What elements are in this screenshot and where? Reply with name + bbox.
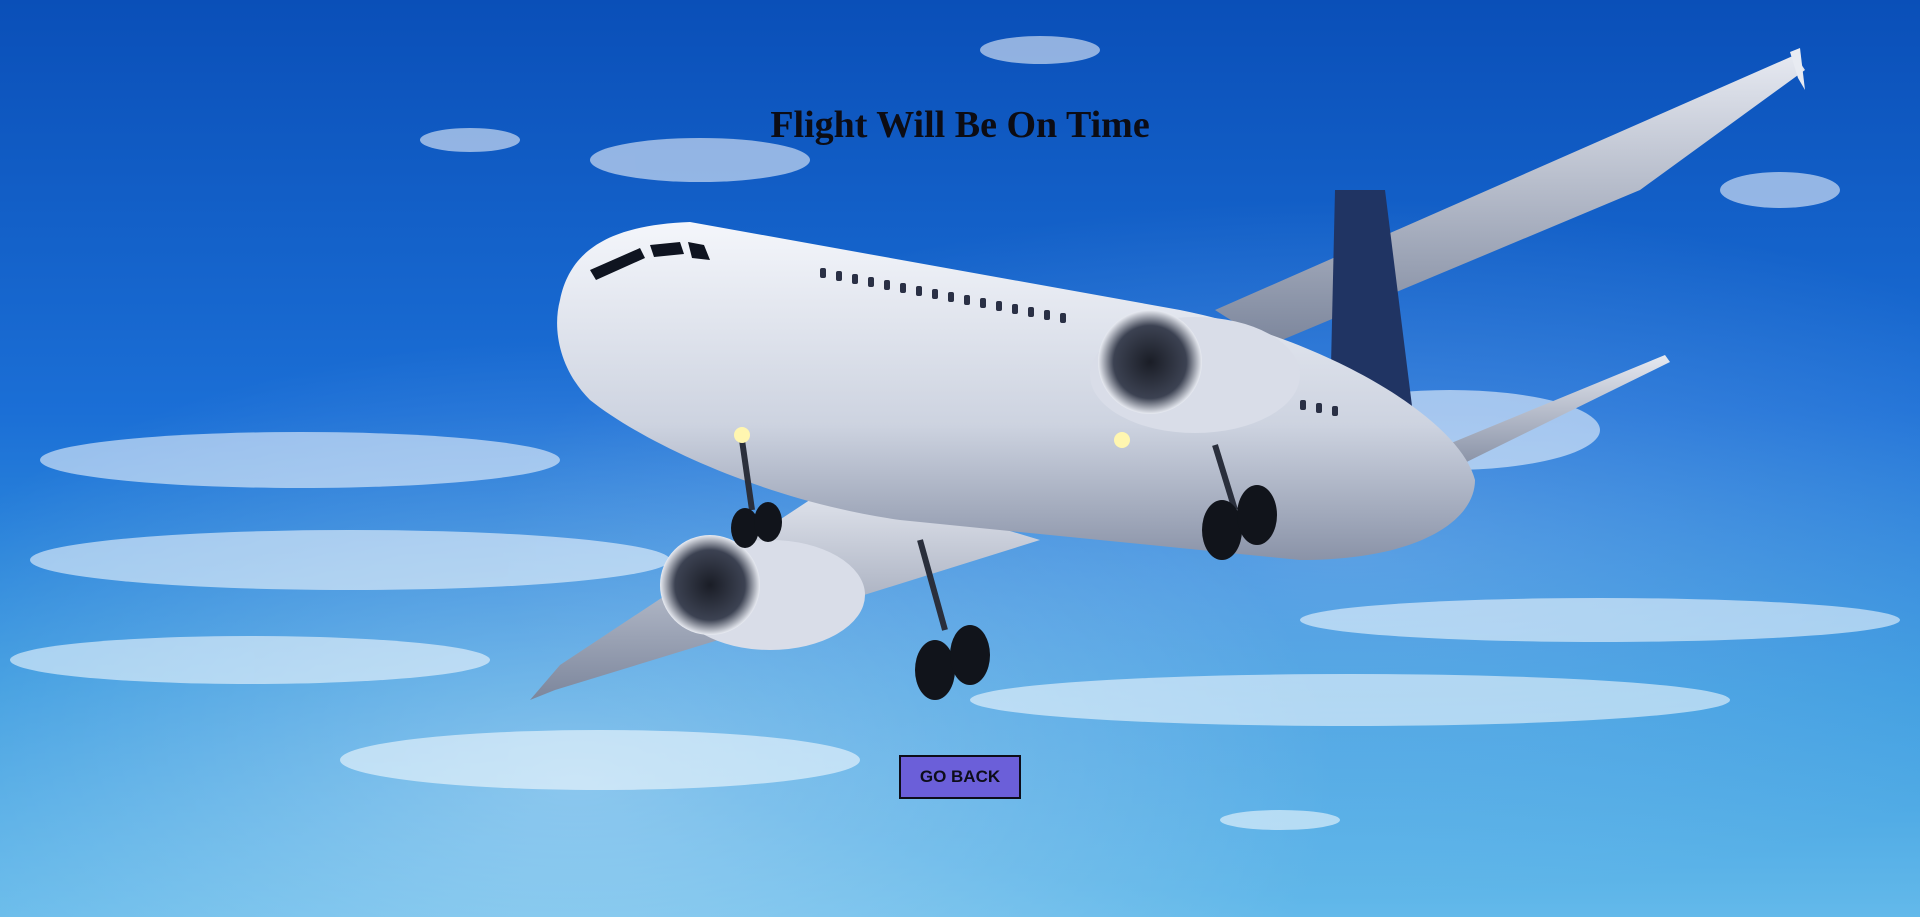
go-back-button[interactable]: GO BACK [899, 755, 1021, 799]
page-title: Flight Will Be On Time [770, 104, 1150, 146]
